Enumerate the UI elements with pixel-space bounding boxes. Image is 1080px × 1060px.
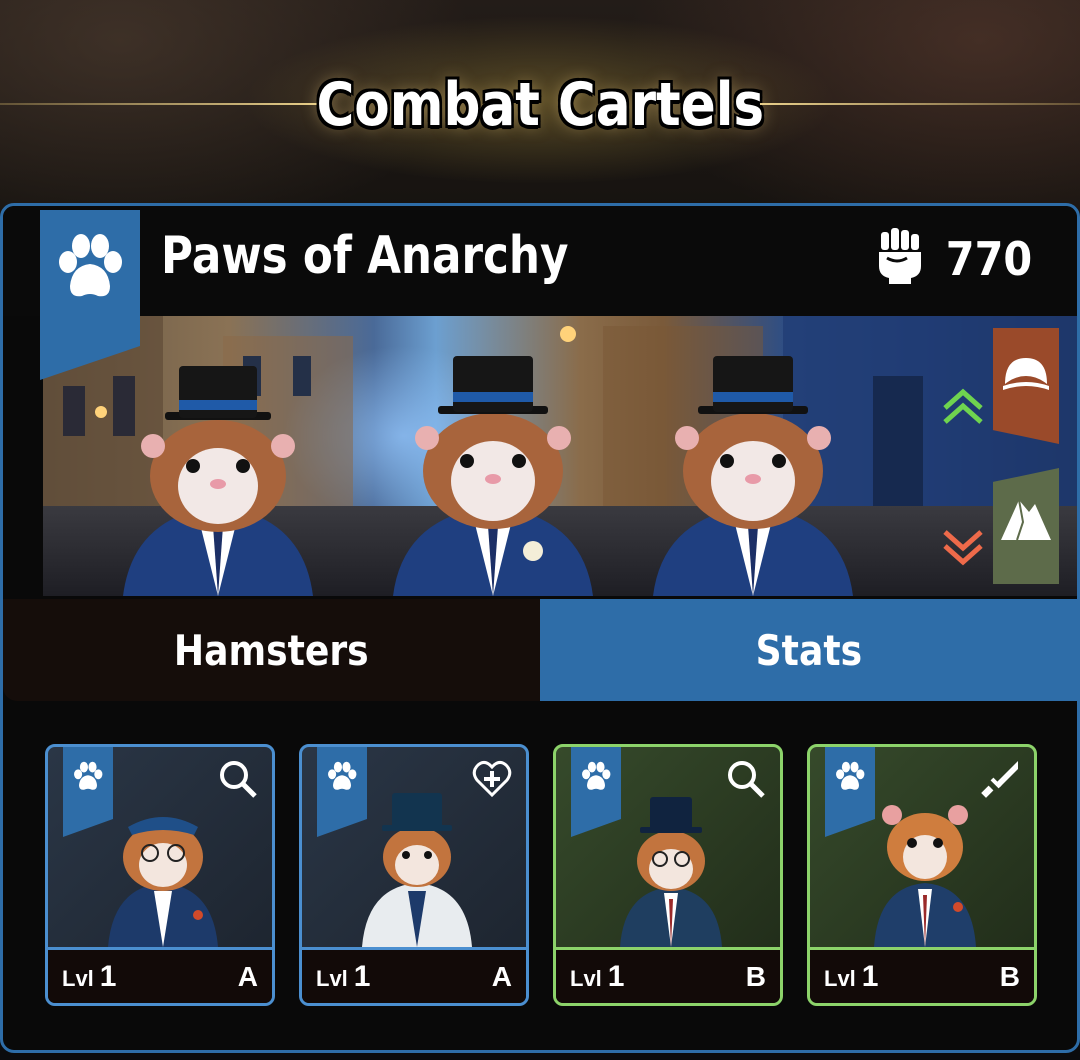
power-value: 770	[945, 231, 1033, 286]
hamster-portrait	[108, 817, 218, 947]
grade-badge: B	[745, 960, 766, 992]
hamster-card[interactable]: Lvl 1 A	[299, 744, 529, 1006]
chevron-up-double-icon	[943, 388, 983, 424]
helmet-icon	[1003, 358, 1049, 390]
hamster-card[interactable]: Lvl 1 B	[553, 744, 783, 1006]
level-display: Lvl 1	[316, 960, 370, 994]
card-footer: Lvl 1 A	[302, 947, 526, 1003]
tab-stats-label: Stats	[755, 625, 862, 675]
level-value: 1	[861, 959, 879, 993]
trait-strength[interactable]	[993, 328, 1059, 444]
grade-badge: A	[491, 960, 512, 992]
trait-weakness[interactable]	[993, 468, 1059, 584]
chevron-down-double-icon	[943, 530, 983, 566]
card-footer: Lvl 1 A	[48, 947, 272, 1003]
cartel-panel: Paws of Anarchy 770 Hamsters Stats Lvl 1…	[0, 203, 1080, 1053]
level-label: Lvl	[570, 965, 602, 991]
level-display: Lvl 1	[62, 960, 116, 994]
team-power: 770	[877, 228, 1037, 289]
hamster-portrait	[362, 793, 472, 947]
mountain-icon	[1001, 499, 1051, 541]
title-divider-left	[0, 103, 320, 105]
title-divider-right	[760, 103, 1080, 105]
tab-hamsters-label: Hamsters	[174, 625, 369, 675]
title-row: Combat Cartels	[0, 60, 1080, 150]
card-footer: Lvl 1 B	[556, 947, 780, 1003]
team-name: Paws of Anarchy	[161, 226, 569, 286]
level-value: 1	[99, 959, 117, 993]
hamster-figure	[393, 356, 593, 596]
fist-icon	[877, 228, 923, 289]
team-header: Paws of Anarchy 770	[3, 206, 1077, 316]
hamster-card-list: Lvl 1 A Lvl 1 A Lvl 1 B Lvl 1 B	[45, 744, 1045, 1006]
level-value: 1	[607, 959, 625, 993]
hamster-figure	[123, 366, 313, 596]
hamster-portrait	[874, 805, 976, 947]
hamster-card[interactable]: Lvl 1 B	[807, 744, 1037, 1006]
level-display: Lvl 1	[570, 960, 624, 994]
grade-badge: A	[237, 960, 258, 992]
card-footer: Lvl 1 B	[810, 947, 1034, 1003]
hamster-card[interactable]: Lvl 1 A	[45, 744, 275, 1006]
level-label: Lvl	[824, 965, 856, 991]
hamster-portrait	[620, 797, 722, 947]
hamster-figure	[653, 356, 853, 596]
team-artwork	[43, 316, 1077, 596]
level-label: Lvl	[316, 965, 348, 991]
tab-bar: Hamsters Stats	[3, 599, 1077, 701]
tab-stats[interactable]: Stats	[540, 599, 1077, 701]
level-value: 1	[353, 959, 371, 993]
grade-badge: B	[999, 960, 1020, 992]
level-label: Lvl	[62, 965, 94, 991]
level-display: Lvl 1	[824, 960, 878, 994]
tab-hamsters[interactable]: Hamsters	[3, 599, 540, 701]
page-title: Combat Cartels	[316, 70, 764, 140]
